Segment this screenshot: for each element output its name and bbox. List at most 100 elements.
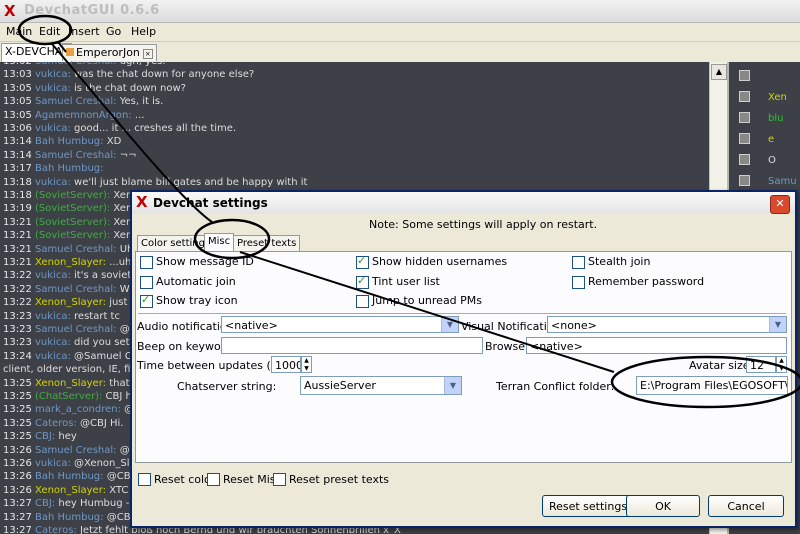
user-list-item[interactable]: Samu [739, 175, 797, 189]
ok-button[interactable]: OK [626, 495, 700, 517]
user-list-item[interactable]: blu [739, 112, 783, 126]
message-username[interactable]: Xenon_Slayer: [35, 485, 106, 496]
message-username[interactable]: Samuel Creshal: [35, 284, 117, 295]
reset-color-checkbox[interactable] [138, 473, 151, 486]
scroll-up-icon[interactable]: ▲ [711, 64, 727, 80]
chat-message: 13:26 Bah Humbug: @CBJ H [3, 470, 144, 483]
dialog-title: Devchat settings [153, 196, 268, 210]
misc-panel: Show message ID Show hidden usernames St… [135, 251, 792, 463]
message-username[interactable]: (SovietServer): [35, 203, 110, 214]
menu-main[interactable]: Main [6, 25, 32, 38]
message-username[interactable]: Bah Humbug: [35, 471, 104, 482]
message-time: 13:26 [3, 484, 32, 496]
message-username[interactable]: vukica: [35, 69, 71, 80]
user-list-item[interactable] [739, 70, 768, 84]
show-tray-icon-checkbox[interactable] [140, 293, 153, 308]
update-interval-spinner[interactable]: ▲ ▼ [301, 356, 312, 373]
reset-misc-checkbox[interactable] [207, 473, 220, 486]
button-label: Cancel [727, 500, 765, 513]
message-username[interactable]: Cateros: [35, 418, 77, 429]
close-tab-icon[interactable]: × [142, 49, 153, 59]
message-username[interactable]: CBJ: [35, 498, 55, 509]
remember-password-checkbox[interactable] [572, 276, 585, 289]
message-username[interactable]: Bah Humbug: [35, 512, 104, 523]
message-username[interactable]: AgamemnonArgon: [35, 110, 132, 121]
menu-help[interactable]: Help [131, 25, 156, 38]
message-username[interactable]: vukica: [35, 351, 71, 362]
message-time: 13:23 [3, 310, 32, 322]
message-username[interactable]: Samuel Creshal: [35, 62, 117, 67]
message-username[interactable]: Samuel Creshal: [35, 445, 117, 456]
update-interval-input[interactable]: 1000 [271, 356, 301, 373]
chevron-down-icon[interactable]: ▼ [444, 377, 461, 394]
user-list-item[interactable]: O [739, 154, 776, 168]
message-username[interactable]: (SovietServer): [35, 230, 110, 241]
message-username[interactable]: vukica: [35, 458, 71, 469]
input-value: E:\Program Files\EGOSOFT\X3 T [640, 379, 788, 392]
close-icon[interactable]: ✕ [770, 195, 790, 214]
show-message-id-checkbox[interactable] [140, 256, 153, 269]
tint-user-list-checkbox[interactable] [356, 274, 369, 289]
message-username[interactable]: vukica: [35, 83, 71, 94]
browser-input[interactable]: <native> [526, 337, 787, 354]
tab-emperorjon[interactable]: EmperorJon × [62, 44, 157, 61]
chevron-down-icon[interactable]: ▼ [769, 317, 786, 332]
message-username[interactable]: Samuel Creshal: [35, 96, 117, 107]
message-username[interactable]: vukica: [35, 311, 71, 322]
message-username[interactable]: Xenon_Slayer: [35, 378, 106, 389]
message-username[interactable]: vukica: [35, 123, 71, 134]
chatserver-string-select[interactable]: AussieServer ▼ [300, 376, 462, 395]
message-username[interactable]: Bah Humbug: [35, 136, 104, 147]
select-value: <none> [551, 319, 597, 332]
show-hidden-usernames-checkbox[interactable] [356, 254, 369, 269]
message-username[interactable]: (ChatServer): [35, 391, 102, 402]
message-username[interactable]: vukica: [35, 270, 71, 281]
button-label: Reset settings [548, 500, 628, 513]
message-username[interactable]: Samuel Creshal: [35, 150, 117, 161]
automatic-join-checkbox[interactable] [140, 276, 153, 289]
message-time: 13:21 [3, 257, 32, 268]
menu-edit[interactable]: Edit [39, 25, 60, 38]
chat-message: 13:21 Xenon_Slayer: ...uhm [3, 256, 141, 269]
message-username[interactable]: mark_a_condren: [35, 404, 121, 415]
chat-message: 13:23 vukica: did you set the [3, 336, 149, 349]
menu-go[interactable]: Go [106, 25, 121, 38]
message-username[interactable]: Cateros: [35, 525, 77, 534]
message-username[interactable]: Xenon_Slayer: [35, 257, 106, 268]
tab-misc[interactable]: Misc [204, 233, 235, 252]
cancel-button[interactable]: Cancel [708, 495, 784, 517]
user-list-item[interactable]: e [739, 133, 774, 147]
beep-keywords-input[interactable] [221, 337, 483, 354]
reset-settings-button[interactable]: Reset settings [542, 495, 634, 517]
avatar-size-input[interactable]: 12 [746, 356, 776, 373]
user-name: e [768, 133, 775, 145]
stealth-join-checkbox[interactable] [572, 256, 585, 269]
avatar-size-spinner[interactable]: ▲ ▼ [776, 356, 787, 373]
message-username[interactable]: Bah Humbug: [35, 163, 104, 174]
user-name: blu [768, 112, 784, 124]
avatar [739, 175, 750, 186]
message-username[interactable]: Xenon_Slayer: [35, 297, 106, 308]
message-username[interactable]: (SovietServer): [35, 190, 110, 201]
message-username[interactable]: (SovietServer): [35, 217, 110, 228]
message-username[interactable]: CBJ: [35, 431, 55, 442]
message-text: client, older version, IE, firef [3, 364, 144, 376]
terran-conflict-folder-input[interactable]: E:\Program Files\EGOSOFT\X3 T [636, 376, 788, 395]
visual-notifications-select[interactable]: <none> ▼ [547, 316, 787, 333]
jump-to-unread-pms-checkbox[interactable] [356, 295, 369, 308]
user-list-item[interactable]: Xen [739, 91, 787, 105]
message-text: was the chat down for anyone else? [74, 69, 255, 81]
message-username[interactable]: vukica: [35, 337, 71, 348]
tab-preset-texts[interactable]: Preset texts [233, 235, 301, 251]
menu-insert[interactable]: Insert [68, 25, 100, 38]
audio-notifications-select[interactable]: <native> ▼ [221, 316, 459, 333]
message-username[interactable]: Samuel Creshal: [35, 324, 117, 335]
message-username[interactable]: vukica: [35, 177, 71, 188]
tab-color-settings[interactable]: Color settings [137, 235, 215, 251]
chevron-down-icon[interactable]: ▼ [441, 317, 458, 332]
input-value: 1000 [275, 359, 301, 372]
message-username[interactable]: Samuel Creshal: [35, 244, 117, 255]
chat-message: 13:05 vukica: is the chat down now? [3, 82, 186, 95]
tab-label: Preset texts [237, 238, 297, 249]
reset-preset-texts-checkbox[interactable] [273, 473, 286, 486]
